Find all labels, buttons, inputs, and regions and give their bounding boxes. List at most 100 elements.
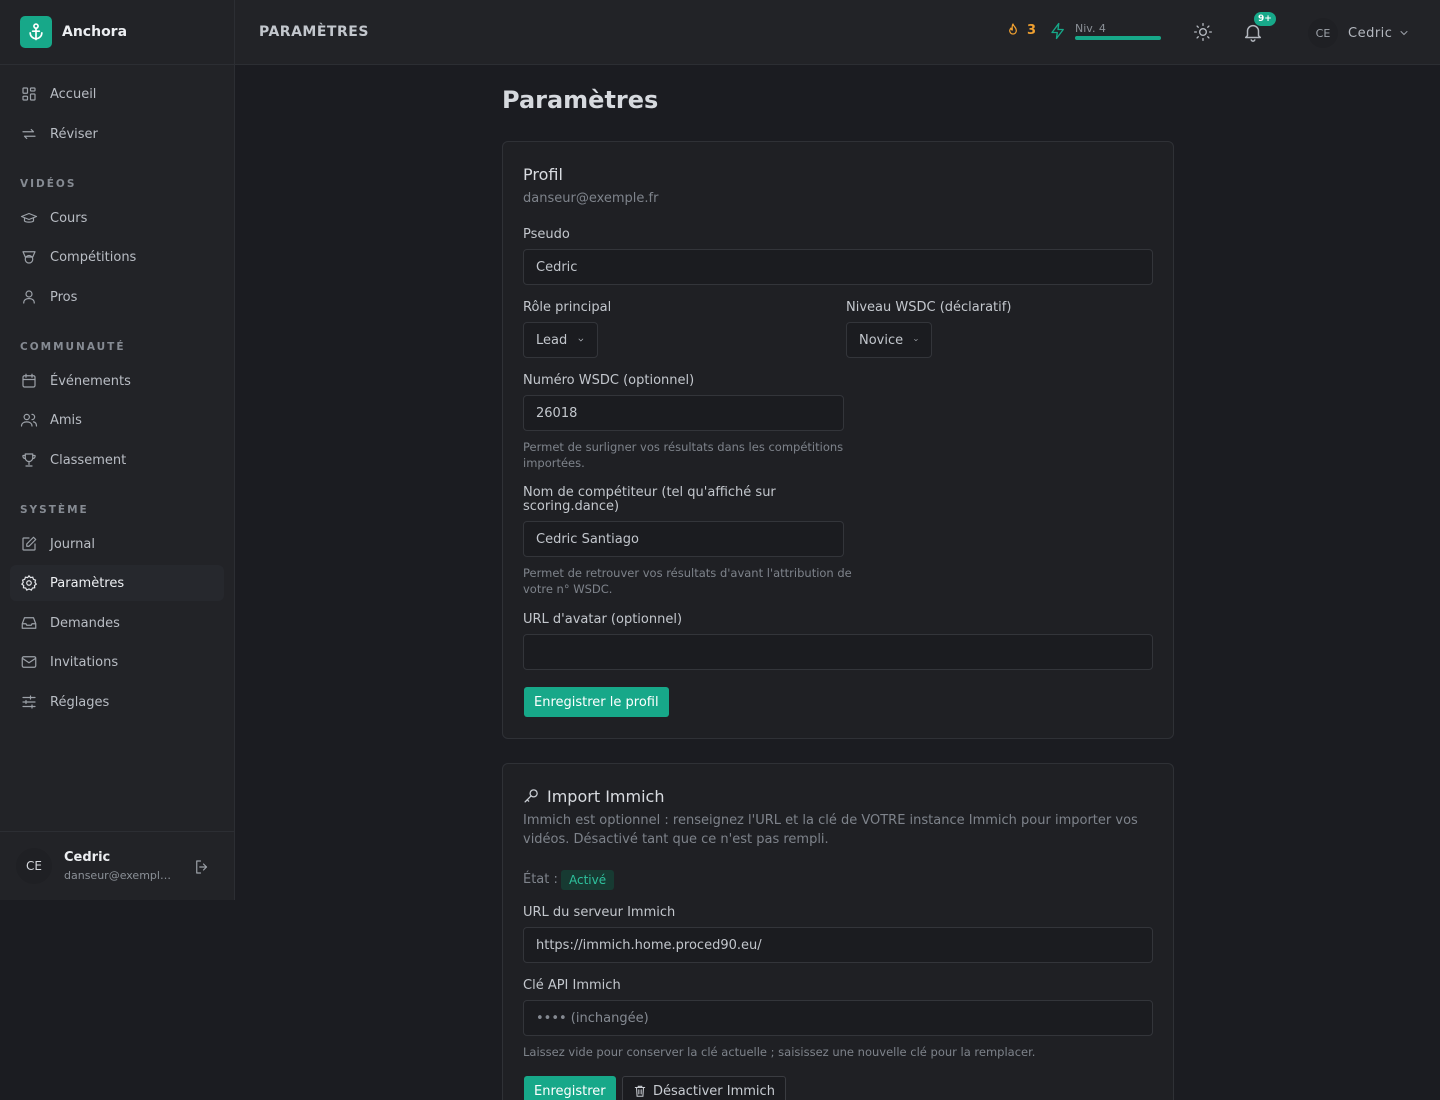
avatar-url-input[interactable] xyxy=(523,634,1153,670)
section-title-videos: VIDÉOS xyxy=(20,178,77,190)
level-label: Niv. 4 xyxy=(1075,22,1106,35)
notification-badge: 9+ xyxy=(1254,12,1276,26)
save-immich-button[interactable]: Enregistrer xyxy=(524,1076,616,1100)
topbar: PARAMÈTRES 3 Niv. 4 9+ CE Cedric xyxy=(235,0,1440,65)
sidebar-item-label: Événements xyxy=(50,373,131,389)
avatar: CE xyxy=(1308,18,1338,48)
gear-icon xyxy=(21,574,38,591)
immich-url-input[interactable]: https://immich.home.proced90.eu/ xyxy=(523,927,1153,963)
sidebar-item-pros[interactable]: Pros xyxy=(10,279,224,315)
brand[interactable]: Anchora xyxy=(0,0,234,65)
award-icon xyxy=(22,251,36,264)
flame-icon xyxy=(1009,23,1017,35)
save-profile-button[interactable]: Enregistrer le profil xyxy=(524,687,669,717)
avatar[interactable]: CE xyxy=(16,848,52,884)
user-email: danseur@exemple.fr xyxy=(64,869,176,882)
anchor-icon xyxy=(20,16,52,48)
profile-card: Profil danseur@exemple.fr Pseudo Cedric … xyxy=(502,141,1174,739)
level-progress-bar xyxy=(1075,36,1161,40)
competitor-name-help: Permet de retrouver vos résultats d'avan… xyxy=(523,566,852,596)
sidebar-item-demandes[interactable]: Demandes xyxy=(10,605,224,641)
wsdc-number-input[interactable]: 26018 xyxy=(523,395,844,431)
pseudo-input[interactable]: Cedric xyxy=(523,249,1153,285)
competitor-name-label: Nom de compétiteur (tel qu'affiché sur s… xyxy=(523,485,776,514)
sun-icon[interactable] xyxy=(1193,22,1213,42)
sidebar-item-label: Classement xyxy=(50,452,127,468)
wsdc-level-select[interactable]: Novice xyxy=(846,322,932,358)
sidebar-item-label: Amis xyxy=(50,412,82,428)
sidebar-item-label: Paramètres xyxy=(50,575,125,591)
sidebar-item-parametres[interactable]: Paramètres xyxy=(10,565,224,601)
user-menu[interactable]: CE Cedric xyxy=(1308,18,1410,48)
app-name: Anchora xyxy=(62,24,128,40)
sidebar-item-label: Compétitions xyxy=(50,249,137,265)
immich-description: Immich est optionnel : renseignez l'URL … xyxy=(523,813,1138,847)
sidebar-item-amis[interactable]: Amis xyxy=(10,402,224,438)
sidebar-item-label: Pros xyxy=(50,289,78,305)
avatar-url-label: URL d'avatar (optionnel) xyxy=(523,612,683,627)
immich-title: Import Immich xyxy=(547,787,665,806)
sidebar-item-label: Demandes xyxy=(50,615,120,631)
sidebar-item-journal[interactable]: Journal xyxy=(10,526,224,562)
sidebar-item-accueil[interactable]: Accueil xyxy=(10,76,224,112)
sidebar-item-label: Invitations xyxy=(50,654,119,670)
key-icon xyxy=(524,789,538,803)
disable-immich-button[interactable]: Désactiver Immich xyxy=(622,1076,786,1100)
section-title-communaute: COMMUNAUTÉ xyxy=(20,341,126,353)
immich-key-label: Clé API Immich xyxy=(523,978,621,993)
edit-icon xyxy=(22,536,37,551)
sidebar-item-label: Journal xyxy=(50,536,95,552)
chevron-down-icon xyxy=(578,338,584,342)
wsdc-level-label: Niveau WSDC (déclaratif) xyxy=(846,300,1012,315)
user-name: Cedric xyxy=(1348,25,1393,41)
calendar-icon xyxy=(22,373,36,388)
sidebar-user-card: CE Cedric danseur@exemple.fr xyxy=(0,831,235,900)
competitor-name-input[interactable]: Cedric Santiago xyxy=(523,521,844,557)
sidebar-item-reviser[interactable]: Réviser xyxy=(10,116,224,152)
profile-email: danseur@exemple.fr xyxy=(523,191,659,206)
repeat-icon xyxy=(22,128,36,140)
sidebar-item-label: Réviser xyxy=(50,126,98,142)
wsdc-number-label: Numéro WSDC (optionnel) xyxy=(523,373,695,388)
role-label: Rôle principal xyxy=(523,300,612,315)
section-title-systeme: SYSTÈME xyxy=(20,504,89,516)
streak-value: 3 xyxy=(1027,22,1037,38)
sidebar-item-invitations[interactable]: Invitations xyxy=(10,644,224,680)
profile-title: Profil xyxy=(523,165,563,184)
sidebar-item-label: Accueil xyxy=(50,86,97,102)
role-value: Lead xyxy=(536,332,568,348)
sidebar-item-classement[interactable]: Classement xyxy=(10,442,224,478)
sidebar-item-reglages[interactable]: Réglages xyxy=(10,684,224,720)
sidebar-item-label: Réglages xyxy=(50,694,110,710)
sidebar-item-cours[interactable]: Cours xyxy=(10,200,224,236)
chevron-down-icon xyxy=(1400,31,1408,36)
immich-key-input[interactable]: •••• (inchangée) xyxy=(523,1000,1153,1036)
sidebar: Anchora Accueil Réviser VIDÉOS Cours Com… xyxy=(0,0,235,900)
status-badge: Activé xyxy=(561,870,615,890)
sidebar-item-competitions[interactable]: Compétitions xyxy=(10,239,224,275)
pseudo-label: Pseudo xyxy=(523,227,570,242)
lightning-icon xyxy=(1051,22,1064,40)
sliders-icon xyxy=(22,695,36,709)
sidebar-item-evenements[interactable]: Événements xyxy=(10,363,224,399)
streak-counter[interactable]: 3 xyxy=(1005,22,1036,38)
breadcrumb: PARAMÈTRES xyxy=(259,24,369,40)
immich-url-label: URL du serveur Immich xyxy=(523,905,676,920)
inbox-icon xyxy=(21,617,37,629)
user-name: Cedric xyxy=(64,850,111,865)
user-icon xyxy=(23,290,35,304)
role-select[interactable]: Lead xyxy=(523,322,598,358)
level-progress-fill xyxy=(1075,36,1161,40)
mail-icon xyxy=(21,656,37,668)
page-title: Paramètres xyxy=(502,86,659,114)
chevron-down-icon xyxy=(914,338,918,342)
wsdc-number-help: Permet de surligner vos résultats dans l… xyxy=(523,440,844,470)
wsdc-level-value: Novice xyxy=(859,332,904,348)
sidebar-item-label: Cours xyxy=(50,210,88,226)
graduation-cap-icon xyxy=(20,212,38,223)
immich-key-help: Laissez vide pour conserver la clé actue… xyxy=(523,1045,1036,1059)
logout-icon[interactable] xyxy=(193,858,211,876)
immich-card: Import Immich Immich est optionnel : ren… xyxy=(502,763,1174,1100)
trash-icon xyxy=(634,1085,646,1097)
immich-state-label: État : xyxy=(523,872,558,887)
